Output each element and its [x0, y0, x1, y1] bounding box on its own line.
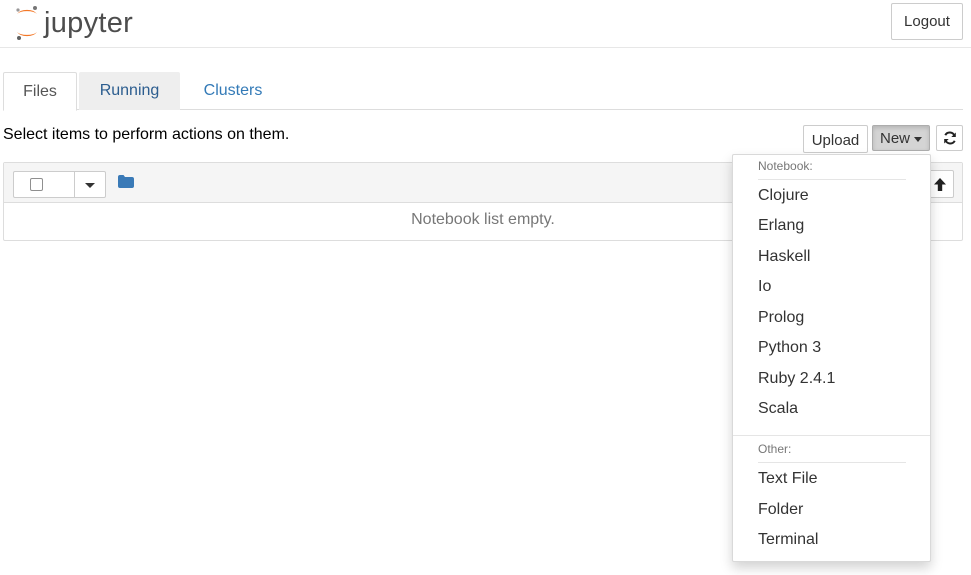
- jupyter-logo[interactable]: jupyter: [14, 4, 133, 42]
- tab-bar: Files Running Clusters: [3, 72, 963, 111]
- new-dropdown-menu: Notebook: Clojure Erlang Haskell Io Prol…: [732, 154, 931, 562]
- select-all-dropdown[interactable]: [13, 171, 106, 198]
- selection-hint: Select items to perform actions on them.: [3, 126, 290, 143]
- menu-item-text-file[interactable]: Text File: [758, 470, 818, 488]
- caret-down-icon[interactable]: [85, 183, 95, 188]
- select-divider: [74, 172, 75, 197]
- logout-button[interactable]: Logout: [891, 3, 963, 40]
- menu-item-prolog[interactable]: Prolog: [758, 309, 804, 327]
- new-dropdown-button[interactable]: New: [872, 125, 930, 151]
- select-all-checkbox[interactable]: [30, 178, 43, 191]
- menu-item-erlang[interactable]: Erlang: [758, 217, 804, 235]
- header-bar: jupyter Logout: [0, 0, 971, 48]
- menu-item-io[interactable]: Io: [758, 278, 771, 296]
- logo-text: jupyter: [44, 6, 134, 39]
- tab-files[interactable]: Files: [3, 72, 77, 111]
- menu-item-clojure[interactable]: Clojure: [758, 187, 809, 205]
- menu-item-ruby[interactable]: Ruby 2.4.1: [758, 370, 835, 388]
- jupyter-logo-icon: [16, 6, 37, 40]
- section-underline: [758, 462, 906, 463]
- section-underline: [758, 179, 906, 180]
- folder-icon[interactable]: [118, 175, 134, 188]
- upload-button[interactable]: Upload: [803, 125, 868, 153]
- menu-item-python3[interactable]: Python 3: [758, 339, 821, 357]
- menu-item-folder[interactable]: Folder: [758, 501, 803, 519]
- new-button-label: New: [879, 129, 910, 147]
- menu-item-terminal[interactable]: Terminal: [758, 531, 818, 549]
- arrow-up-icon: [934, 177, 946, 191]
- other-section-header: Other:: [758, 442, 792, 456]
- tab-clusters[interactable]: Clusters: [181, 72, 285, 110]
- tab-running[interactable]: Running: [79, 72, 180, 110]
- caret-down-icon: [914, 136, 922, 142]
- notebook-section-header: Notebook:: [758, 159, 813, 173]
- refresh-button[interactable]: [936, 125, 963, 151]
- menu-item-haskell[interactable]: Haskell: [758, 248, 810, 266]
- menu-item-scala[interactable]: Scala: [758, 400, 798, 418]
- menu-divider: [733, 435, 930, 436]
- refresh-icon: [943, 131, 956, 145]
